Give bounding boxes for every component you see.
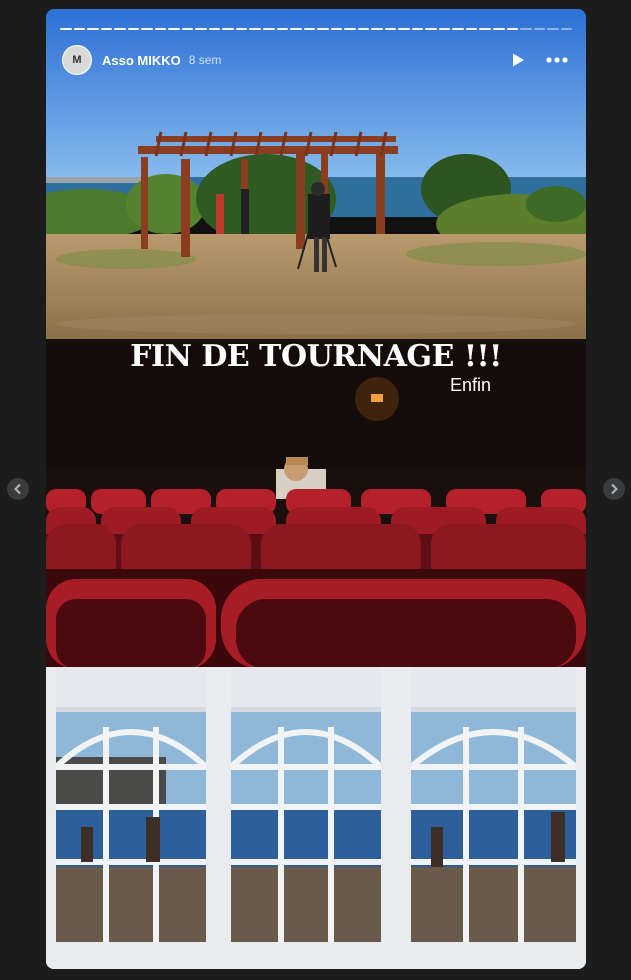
- progress-segment: [114, 28, 126, 30]
- story-header: M Asso MIKKO 8 sem: [62, 45, 570, 75]
- progress-segment: [465, 28, 478, 30]
- avatar[interactable]: M: [62, 45, 92, 75]
- progress-segment: [330, 28, 343, 30]
- chevron-right-icon: [611, 484, 618, 494]
- progress-segment: [506, 28, 519, 30]
- progress-segment: [262, 28, 275, 30]
- story-image-beach-tent: [46, 667, 586, 969]
- story-subtitle: Enfin: [449, 375, 491, 395]
- progress-segment: [384, 28, 397, 30]
- progress-segment: [411, 28, 424, 30]
- previous-story-button[interactable]: [7, 478, 29, 500]
- story-username[interactable]: Asso MIKKO: [102, 53, 181, 68]
- more-options-button[interactable]: [544, 48, 570, 72]
- progress-segment: [168, 28, 180, 30]
- progress-segment: [344, 28, 356, 30]
- story-timestamp: 8 sem: [188, 53, 222, 67]
- progress-segment: [357, 28, 370, 30]
- progress-segment: [438, 28, 451, 30]
- play-button[interactable]: [506, 48, 530, 72]
- progress-segment: [127, 28, 140, 30]
- progress-segment: [303, 28, 316, 30]
- progress-segment: [195, 28, 207, 30]
- progress-segment: [560, 28, 573, 30]
- progress-segment: [235, 28, 248, 30]
- progress-segment: [73, 28, 86, 30]
- progress-segment: [208, 28, 221, 30]
- progress-segment: [317, 28, 329, 30]
- chevron-left-icon: [14, 484, 21, 494]
- progress-segment: [290, 28, 302, 30]
- progress-segment: [547, 28, 559, 30]
- progress-segment: [222, 28, 234, 30]
- progress-segment: [141, 28, 153, 30]
- progress-segment: [181, 28, 194, 30]
- progress-segment: [493, 28, 505, 30]
- play-icon: [513, 53, 524, 67]
- progress-segment: [452, 28, 464, 30]
- progress-segment: [371, 28, 383, 30]
- progress-segment: [100, 28, 113, 30]
- next-story-button[interactable]: [603, 478, 625, 500]
- progress-segment: [520, 28, 532, 30]
- progress-segment: [533, 28, 546, 30]
- progress-segment: [479, 28, 491, 30]
- progress-segment: [249, 28, 261, 30]
- progress-segment: [425, 28, 437, 30]
- story-viewer[interactable]: FIN DE TOURNAGE !!! Enfin M Asso MIKKO 8…: [46, 9, 586, 969]
- progress-segment: [398, 28, 410, 30]
- progress-segment: [87, 28, 99, 30]
- progress-segment: [276, 28, 289, 30]
- progress-segment: [60, 28, 72, 30]
- progress-segment: [154, 28, 167, 30]
- story-image-cinema: FIN DE TOURNAGE !!! Enfin: [46, 339, 586, 667]
- story-title: FIN DE TOURNAGE !!!: [130, 339, 502, 374]
- story-progress-bar: [60, 28, 573, 30]
- more-dots-icon: [546, 57, 568, 63]
